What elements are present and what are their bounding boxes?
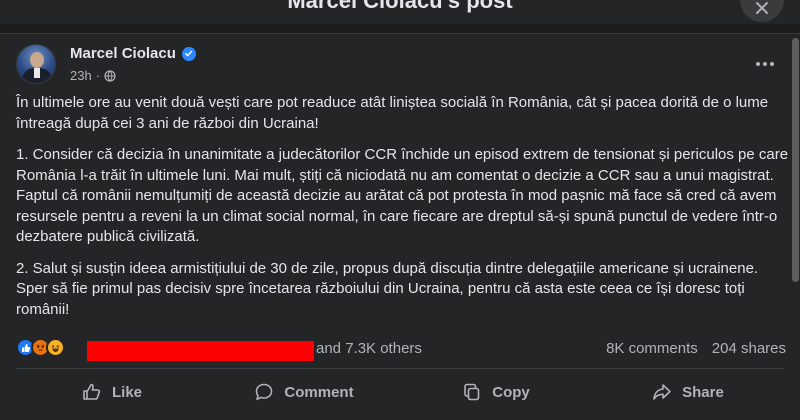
- separator-dot: ·: [95, 68, 101, 83]
- post-meta: 23h ·: [70, 68, 116, 83]
- post-body: În ultimele ore au venit două vești care…: [16, 93, 791, 331]
- share-icon: [653, 384, 671, 400]
- comment-button[interactable]: Comment: [208, 372, 400, 412]
- share-label: Share: [682, 383, 724, 401]
- post-time[interactable]: 23h: [70, 68, 92, 83]
- avatar[interactable]: [16, 44, 56, 84]
- dialog-title: Marcel Ciolacu's post: [287, 0, 513, 13]
- redacted-names: [87, 341, 314, 361]
- reaction-count[interactable]: and 7.3K others: [316, 340, 422, 357]
- scrollbar-thumb[interactable]: [792, 38, 799, 282]
- post-paragraph: În ultimele ore au venit două vești care…: [16, 94, 769, 132]
- shares-count[interactable]: 204 shares: [712, 340, 786, 357]
- post-paragraph: 2. Salut și susțin ideea armistițiului d…: [16, 259, 759, 318]
- haha-reaction-icon: [46, 338, 65, 357]
- globe-icon[interactable]: [104, 69, 116, 82]
- post-paragraph: 1. Consider că decizia în unanimitate a …: [16, 146, 789, 245]
- comment-icon: [256, 383, 273, 401]
- comments-count[interactable]: 8K comments: [606, 340, 698, 357]
- more-icon[interactable]: [752, 54, 778, 74]
- divider: [16, 368, 784, 369]
- close-icon: [756, 2, 768, 14]
- like-button[interactable]: Like: [16, 372, 208, 412]
- author-row: Marcel Ciolacu: [70, 45, 196, 62]
- like-icon: [83, 383, 101, 400]
- share-button[interactable]: Share: [592, 372, 784, 412]
- copy-icon: [464, 383, 480, 401]
- reaction-icons[interactable]: [16, 338, 65, 357]
- author-name[interactable]: Marcel Ciolacu: [70, 45, 176, 62]
- comment-label: Comment: [284, 383, 354, 401]
- engagement-counts: 8K comments 204 shares: [606, 340, 786, 357]
- like-label: Like: [111, 383, 142, 401]
- dialog-header: Marcel Ciolacu's post: [0, 0, 800, 24]
- action-bar: Like Comment Copy Share: [16, 372, 784, 412]
- close-button[interactable]: [740, 0, 784, 22]
- copy-button[interactable]: Copy: [400, 372, 592, 412]
- verified-icon: [181, 46, 196, 61]
- copy-label: Copy: [492, 383, 530, 401]
